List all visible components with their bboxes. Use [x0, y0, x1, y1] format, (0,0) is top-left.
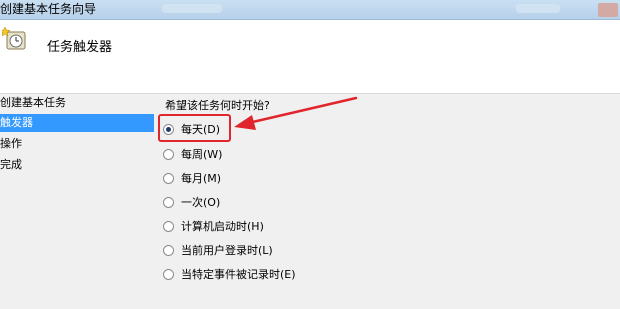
titlebar-blurred-area — [516, 4, 560, 13]
nav-item-trigger[interactable]: 触发器 — [0, 114, 154, 132]
radio-weekly[interactable]: 每周(W) — [163, 145, 222, 163]
radio-user-logon[interactable]: 当前用户登录时(L) — [163, 241, 273, 259]
wizard-header: 任务触发器 — [0, 20, 620, 93]
radio-button[interactable] — [163, 244, 174, 256]
radio-label: 一次(O) — [181, 196, 221, 209]
radio-computer-start[interactable]: 计算机启动时(H) — [163, 217, 264, 235]
radio-label: 计算机启动时(H) — [181, 220, 264, 233]
radio-button[interactable] — [163, 220, 174, 232]
task-clock-icon — [2, 26, 26, 50]
radio-button[interactable] — [163, 148, 174, 160]
radio-once[interactable]: 一次(O) — [163, 193, 220, 211]
radio-monthly[interactable]: 每月(M) — [163, 169, 221, 187]
page-title: 任务触发器 — [47, 40, 113, 55]
radio-label: 当前用户登录时(L) — [181, 244, 273, 257]
window-titlebar: 创建基本任务向导 — [0, 0, 620, 20]
trigger-prompt: 希望该任务何时开始? — [165, 99, 270, 112]
nav-item-finish[interactable]: 完成 — [0, 156, 22, 174]
radio-label: 每月(M) — [181, 172, 222, 185]
close-button[interactable] — [598, 3, 618, 17]
nav-item-create-basic-task[interactable]: 创建基本任务 — [0, 94, 66, 112]
radio-button[interactable] — [163, 172, 174, 184]
annotation-highlight-box — [158, 114, 231, 142]
radio-button[interactable] — [163, 196, 174, 208]
radio-label: 每周(W) — [181, 148, 223, 161]
nav-item-action[interactable]: 操作 — [0, 135, 22, 153]
titlebar-blurred-area — [162, 4, 222, 13]
radio-label: 当特定事件被记录时(E) — [181, 268, 296, 281]
radio-event-logged[interactable]: 当特定事件被记录时(E) — [163, 265, 296, 283]
window-title: 创建基本任务向导 — [0, 2, 97, 16]
radio-button[interactable] — [163, 268, 174, 280]
